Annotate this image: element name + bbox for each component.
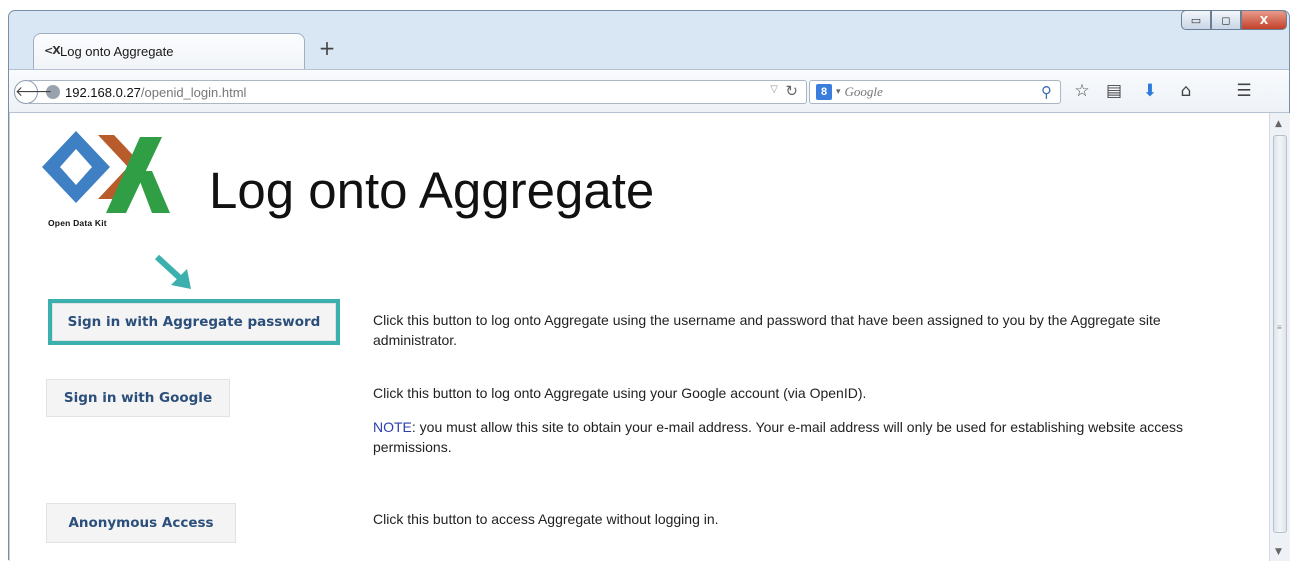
search-bar[interactable]: 8 ▾ ⚲ <box>809 80 1061 104</box>
window-controls: ▭ ◻ X <box>1181 10 1287 30</box>
minimize-button[interactable]: ▭ <box>1181 10 1211 30</box>
url-bar[interactable]: 192.168.0.27/openid_login.html ▽ ↻ <box>29 80 807 104</box>
vertical-scrollbar[interactable]: ▲ ≡ ▼ <box>1269 113 1290 561</box>
url-path: /openid_login.html <box>140 84 247 100</box>
google-note: NOTE: you must allow this site to obtain… <box>373 417 1228 457</box>
search-input[interactable] <box>844 84 1005 100</box>
download-icon[interactable]: ⬇ <box>1139 80 1161 102</box>
note-label: NOTE <box>373 419 412 435</box>
google-description: Click this button to log onto Aggregate … <box>373 385 867 401</box>
aggregate-password-description: Click this button to log onto Aggregate … <box>373 312 1161 348</box>
reload-icon[interactable]: ↻ <box>785 82 798 100</box>
home-icon[interactable]: ⌂ <box>1175 80 1197 102</box>
page-title: Log onto Aggregate <box>209 162 655 219</box>
odk-favicon-icon: <X <box>44 44 61 57</box>
navigation-bar: 192.168.0.27/openid_login.html ▽ ↻ 🡐 8 ▾… <box>9 69 1289 113</box>
pointer-arrow-icon <box>154 254 191 289</box>
new-tab-button[interactable]: + <box>315 37 339 61</box>
maximize-button[interactable]: ◻ <box>1211 10 1241 30</box>
reading-list-icon[interactable]: ▤ <box>1103 80 1125 102</box>
logo-caption: Open Data Kit <box>48 218 107 228</box>
search-icon[interactable]: ⚲ <box>1041 83 1052 101</box>
browser-window: <X Log onto Aggregate + ▭ ◻ X 192.168.0.… <box>8 10 1290 561</box>
scroll-grip-icon: ≡ <box>1277 323 1282 332</box>
note-text: : you must allow this site to obtain you… <box>373 419 1184 455</box>
close-button[interactable]: X <box>1241 10 1287 30</box>
anonymous-description: Click this button to access Aggregate wi… <box>373 511 719 527</box>
tab-title: Log onto Aggregate <box>60 44 174 59</box>
sign-in-google-button[interactable]: Sign in with Google <box>46 379 230 417</box>
back-icon[interactable]: 🡐 <box>14 80 53 104</box>
url-dropdown-icon[interactable]: ▽ <box>770 84 778 95</box>
tab-log-onto-aggregate[interactable]: <X Log onto Aggregate <box>33 33 305 69</box>
bookmark-star-icon[interactable]: ☆ <box>1071 80 1093 102</box>
url-host: 192.168.0.27 <box>65 84 141 100</box>
scroll-up-icon[interactable]: ▲ <box>1275 119 1282 129</box>
search-engine-icon[interactable]: 8 <box>816 84 832 100</box>
anonymous-access-button[interactable]: Anonymous Access <box>46 503 236 543</box>
page-viewport: Open Data Kit Log onto Aggregate Sign in… <box>9 113 1269 561</box>
scroll-down-icon[interactable]: ▼ <box>1275 547 1282 557</box>
search-engine-dropdown-icon[interactable]: ▾ <box>836 87 841 97</box>
menu-icon[interactable]: ☰ <box>1233 80 1255 102</box>
odk-logo <box>42 131 170 213</box>
scrollbar-thumb[interactable]: ≡ <box>1273 135 1287 533</box>
highlight-box <box>48 299 340 345</box>
